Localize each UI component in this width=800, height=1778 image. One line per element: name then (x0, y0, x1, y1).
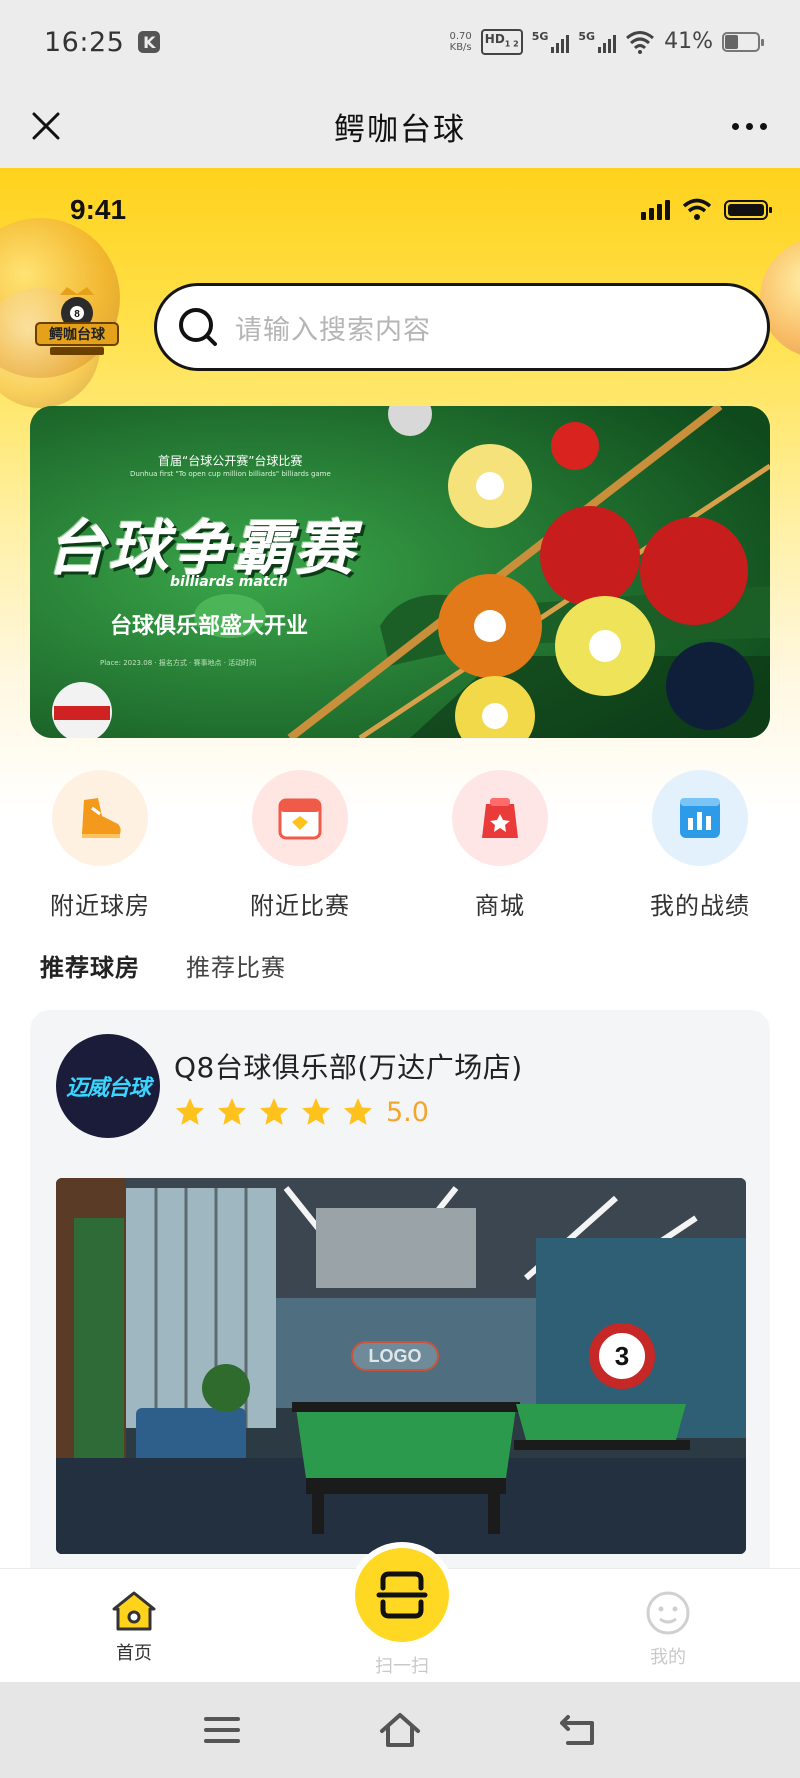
page-title: 鳄咖台球 (334, 111, 466, 148)
sim2-label: 5G (578, 30, 596, 44)
entry-label: 附近比赛 (250, 892, 350, 920)
tab-home-label: 首页 (116, 1643, 152, 1664)
banner-subtitle: 台球俱乐部盛大开业 (110, 614, 309, 639)
scan-label: 扫一扫 (375, 1656, 429, 1677)
svg-text:8: 8 (74, 309, 80, 320)
smiley-face-icon (646, 1591, 690, 1635)
network-speed: 0.70 KB/s (450, 31, 472, 53)
bar-chart-icon (680, 798, 720, 838)
entry-nearby-matches[interactable]: 附近比赛 (210, 770, 390, 921)
star-icon (218, 1098, 246, 1125)
banner-status-time: 9:41 (70, 194, 127, 225)
network-speed-value: 0.70 (449, 30, 472, 42)
entry-label: 我的战绩 (650, 892, 750, 920)
tab-mine-label: 我的 (650, 1647, 686, 1668)
brand-logo-text: 鳄咖台球 (49, 326, 106, 343)
back-button[interactable] (548, 1704, 608, 1756)
wifi-icon (682, 198, 712, 220)
home-content: 9:41 8 鳄咖台球 请输入搜索内容 首届“台球公开赛”台球比赛 Dunhua… (0, 168, 800, 1568)
entry-my-record[interactable]: 我的战绩 (610, 770, 790, 921)
hd-sub: 1 2 (504, 39, 519, 49)
battery-icon (724, 200, 772, 220)
shoe-icon (82, 798, 121, 838)
sim1-signal-icon: 5G (531, 30, 570, 54)
club-avatar: 迈威台球 (56, 1034, 160, 1138)
tab-mine[interactable]: 我的 (608, 1589, 728, 1669)
cellular-icon (641, 200, 670, 220)
search-icon (179, 308, 217, 346)
home-nav-button[interactable] (370, 1704, 430, 1756)
close-button[interactable] (22, 102, 70, 150)
tab-label: 推荐球房 (40, 954, 140, 982)
club-avatar-text: 迈威台球 (65, 1076, 151, 1101)
club-photo[interactable]: LOGO 3 (56, 1178, 746, 1554)
system-status-bar: 16:25 K 0.70 KB/s HD1 2 5G 5G 41% (0, 0, 800, 84)
more-dot-icon (759, 122, 767, 130)
sim1-label: 5G (531, 30, 549, 44)
android-nav-bar (0, 1682, 800, 1778)
calendar-icon (278, 798, 322, 840)
hd-label: HD (484, 32, 505, 47)
entry-icon-bg (52, 770, 148, 866)
entry-label: 商城 (475, 892, 525, 920)
photo-ball-number: 3 (615, 1341, 629, 1371)
star-icon (260, 1098, 288, 1125)
close-icon (32, 112, 60, 140)
home-outline-icon (380, 1713, 420, 1747)
entry-icon-bg (252, 770, 348, 866)
app-notification-icon: K (138, 31, 161, 53)
club-rating: 5.0 (174, 1096, 429, 1128)
star-icon (302, 1098, 330, 1125)
tab-recommended-matches[interactable]: 推荐比赛 (186, 948, 286, 998)
wifi-icon (626, 30, 655, 54)
scan-icon (376, 1571, 428, 1619)
promo-banner[interactable]: 首届“台球公开赛”台球比赛 Dunhua first "To open cup … (30, 406, 770, 738)
brand-logo: 8 鳄咖台球 (35, 287, 119, 355)
back-icon (560, 1715, 594, 1745)
battery-icon (722, 31, 764, 52)
more-menu-button[interactable] (720, 102, 778, 150)
entry-shop[interactable]: 商城 (410, 770, 590, 921)
banner-status-indicators (641, 198, 772, 220)
entry-icon-bg (452, 770, 548, 866)
system-indicators: 0.70 KB/s HD1 2 5G 5G 41% (450, 29, 764, 55)
entry-nearby-halls[interactable]: 附近球房 (10, 770, 190, 921)
home-icon (112, 1591, 156, 1631)
tab-label: 推荐比赛 (186, 954, 286, 982)
star-icon (344, 1098, 372, 1125)
menu-icon (204, 1717, 240, 1743)
scan-button[interactable] (355, 1548, 449, 1642)
sim2-signal-icon: 5G (578, 30, 617, 54)
banner-title-en: billiards match (170, 574, 288, 590)
banner-small-en: Dunhua first "To open cup million billia… (130, 470, 331, 478)
entry-icon-bg (652, 770, 748, 866)
more-dot-icon (745, 122, 753, 130)
search-input[interactable]: 请输入搜索内容 (154, 283, 770, 371)
club-name: Q8台球俱乐部(万达广场店) (174, 1051, 523, 1084)
tab-recommended-rooms[interactable]: 推荐球房 (36, 948, 146, 1004)
network-speed-unit: KB/s (449, 41, 472, 53)
banner-small-title: 首届“台球公开赛”台球比赛 (158, 454, 303, 468)
battery-percent: 41% (664, 29, 713, 55)
more-dot-icon (731, 122, 739, 130)
entry-label: 附近球房 (50, 892, 150, 920)
miniapp-title-bar: 鳄咖台球 (0, 84, 800, 168)
system-time: 16:25 (44, 26, 125, 58)
search-placeholder: 请输入搜索内容 (235, 314, 431, 346)
recent-apps-button[interactable] (192, 1704, 252, 1756)
quick-entries: 附近球房 附近比赛 商城 我的战绩 (0, 770, 800, 920)
star-icon (176, 1098, 204, 1125)
club-photo-image: LOGO 3 (56, 1178, 746, 1554)
active-tab-indicator (36, 994, 146, 1004)
recommend-tabs: 推荐球房 推荐比赛 (36, 948, 286, 1004)
hd-voice-icon: HD1 2 (480, 29, 523, 55)
rating-value: 5.0 (386, 1096, 429, 1128)
banner-fine-print: Place: 2023.08 · 报名方式 · 赛事地点 · 活动时间 (100, 659, 257, 667)
photo-logo-sign: LOGO (369, 1346, 422, 1366)
tab-home[interactable]: 首页 (74, 1589, 194, 1665)
shop-bag-icon (482, 798, 518, 838)
club-card[interactable]: 迈威台球 Q8台球俱乐部(万达广场店) 5.0 LOGO 3 (30, 1010, 770, 1568)
